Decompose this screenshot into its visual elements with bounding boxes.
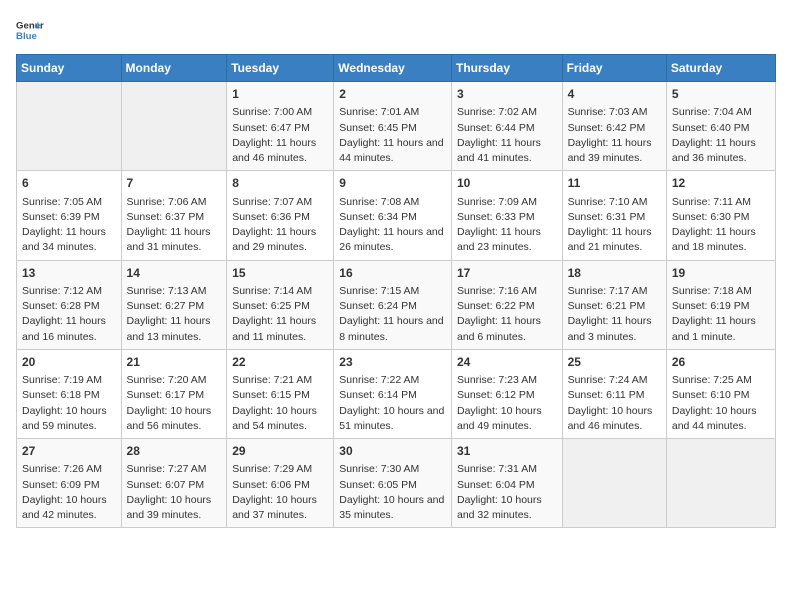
week-row-1: 1Sunrise: 7:00 AMSunset: 6:47 PMDaylight… — [17, 82, 776, 171]
calendar-cell: 5Sunrise: 7:04 AMSunset: 6:40 PMDaylight… — [666, 82, 775, 171]
day-number: 12 — [672, 175, 770, 192]
day-number: 11 — [568, 175, 661, 192]
calendar-cell: 7Sunrise: 7:06 AMSunset: 6:37 PMDaylight… — [121, 171, 227, 260]
calendar-cell — [121, 82, 227, 171]
day-number: 24 — [457, 354, 557, 371]
day-number: 16 — [339, 265, 446, 282]
header-cell-thursday: Thursday — [451, 55, 562, 82]
day-number: 15 — [232, 265, 328, 282]
calendar-cell — [562, 439, 666, 528]
day-number: 10 — [457, 175, 557, 192]
calendar-cell: 4Sunrise: 7:03 AMSunset: 6:42 PMDaylight… — [562, 82, 666, 171]
calendar-cell: 3Sunrise: 7:02 AMSunset: 6:44 PMDaylight… — [451, 82, 562, 171]
day-number: 23 — [339, 354, 446, 371]
calendar-cell: 13Sunrise: 7:12 AMSunset: 6:28 PMDayligh… — [17, 260, 122, 349]
day-number: 4 — [568, 86, 661, 103]
day-number: 1 — [232, 86, 328, 103]
calendar-cell: 19Sunrise: 7:18 AMSunset: 6:19 PMDayligh… — [666, 260, 775, 349]
day-number: 28 — [127, 443, 222, 460]
calendar-cell: 18Sunrise: 7:17 AMSunset: 6:21 PMDayligh… — [562, 260, 666, 349]
logo: General Blue — [16, 16, 44, 44]
calendar-cell: 31Sunrise: 7:31 AMSunset: 6:04 PMDayligh… — [451, 439, 562, 528]
day-number: 22 — [232, 354, 328, 371]
header-cell-friday: Friday — [562, 55, 666, 82]
calendar-cell: 26Sunrise: 7:25 AMSunset: 6:10 PMDayligh… — [666, 349, 775, 438]
day-number: 29 — [232, 443, 328, 460]
day-number: 9 — [339, 175, 446, 192]
header-cell-tuesday: Tuesday — [227, 55, 334, 82]
calendar-cell: 23Sunrise: 7:22 AMSunset: 6:14 PMDayligh… — [334, 349, 452, 438]
calendar-cell: 6Sunrise: 7:05 AMSunset: 6:39 PMDaylight… — [17, 171, 122, 260]
calendar-cell: 16Sunrise: 7:15 AMSunset: 6:24 PMDayligh… — [334, 260, 452, 349]
calendar-cell: 28Sunrise: 7:27 AMSunset: 6:07 PMDayligh… — [121, 439, 227, 528]
svg-text:Blue: Blue — [16, 31, 37, 42]
calendar-cell: 30Sunrise: 7:30 AMSunset: 6:05 PMDayligh… — [334, 439, 452, 528]
calendar-cell: 17Sunrise: 7:16 AMSunset: 6:22 PMDayligh… — [451, 260, 562, 349]
header-row: SundayMondayTuesdayWednesdayThursdayFrid… — [17, 55, 776, 82]
calendar-cell: 25Sunrise: 7:24 AMSunset: 6:11 PMDayligh… — [562, 349, 666, 438]
calendar-cell: 29Sunrise: 7:29 AMSunset: 6:06 PMDayligh… — [227, 439, 334, 528]
day-number: 5 — [672, 86, 770, 103]
week-row-5: 27Sunrise: 7:26 AMSunset: 6:09 PMDayligh… — [17, 439, 776, 528]
day-number: 30 — [339, 443, 446, 460]
page-header: General Blue — [16, 16, 776, 44]
calendar-cell: 24Sunrise: 7:23 AMSunset: 6:12 PMDayligh… — [451, 349, 562, 438]
calendar-cell: 11Sunrise: 7:10 AMSunset: 6:31 PMDayligh… — [562, 171, 666, 260]
day-number: 6 — [22, 175, 116, 192]
day-number: 7 — [127, 175, 222, 192]
calendar-cell: 21Sunrise: 7:20 AMSunset: 6:17 PMDayligh… — [121, 349, 227, 438]
day-number: 14 — [127, 265, 222, 282]
calendar-cell: 15Sunrise: 7:14 AMSunset: 6:25 PMDayligh… — [227, 260, 334, 349]
calendar-cell: 27Sunrise: 7:26 AMSunset: 6:09 PMDayligh… — [17, 439, 122, 528]
week-row-3: 13Sunrise: 7:12 AMSunset: 6:28 PMDayligh… — [17, 260, 776, 349]
day-number: 18 — [568, 265, 661, 282]
day-number: 31 — [457, 443, 557, 460]
calendar-header: SundayMondayTuesdayWednesdayThursdayFrid… — [17, 55, 776, 82]
calendar-table: SundayMondayTuesdayWednesdayThursdayFrid… — [16, 54, 776, 528]
calendar-cell: 12Sunrise: 7:11 AMSunset: 6:30 PMDayligh… — [666, 171, 775, 260]
header-cell-wednesday: Wednesday — [334, 55, 452, 82]
week-row-4: 20Sunrise: 7:19 AMSunset: 6:18 PMDayligh… — [17, 349, 776, 438]
calendar-cell — [666, 439, 775, 528]
calendar-body: 1Sunrise: 7:00 AMSunset: 6:47 PMDaylight… — [17, 82, 776, 528]
day-number: 21 — [127, 354, 222, 371]
day-number: 13 — [22, 265, 116, 282]
week-row-2: 6Sunrise: 7:05 AMSunset: 6:39 PMDaylight… — [17, 171, 776, 260]
calendar-cell: 2Sunrise: 7:01 AMSunset: 6:45 PMDaylight… — [334, 82, 452, 171]
day-number: 26 — [672, 354, 770, 371]
calendar-cell: 10Sunrise: 7:09 AMSunset: 6:33 PMDayligh… — [451, 171, 562, 260]
day-number: 19 — [672, 265, 770, 282]
calendar-cell: 9Sunrise: 7:08 AMSunset: 6:34 PMDaylight… — [334, 171, 452, 260]
day-number: 17 — [457, 265, 557, 282]
calendar-cell: 1Sunrise: 7:00 AMSunset: 6:47 PMDaylight… — [227, 82, 334, 171]
header-cell-monday: Monday — [121, 55, 227, 82]
header-cell-sunday: Sunday — [17, 55, 122, 82]
day-number: 25 — [568, 354, 661, 371]
calendar-cell: 20Sunrise: 7:19 AMSunset: 6:18 PMDayligh… — [17, 349, 122, 438]
calendar-cell: 14Sunrise: 7:13 AMSunset: 6:27 PMDayligh… — [121, 260, 227, 349]
day-number: 3 — [457, 86, 557, 103]
calendar-cell: 8Sunrise: 7:07 AMSunset: 6:36 PMDaylight… — [227, 171, 334, 260]
day-number: 8 — [232, 175, 328, 192]
day-number: 27 — [22, 443, 116, 460]
day-number: 2 — [339, 86, 446, 103]
header-cell-saturday: Saturday — [666, 55, 775, 82]
logo-icon: General Blue — [16, 16, 44, 44]
calendar-cell: 22Sunrise: 7:21 AMSunset: 6:15 PMDayligh… — [227, 349, 334, 438]
day-number: 20 — [22, 354, 116, 371]
calendar-cell — [17, 82, 122, 171]
